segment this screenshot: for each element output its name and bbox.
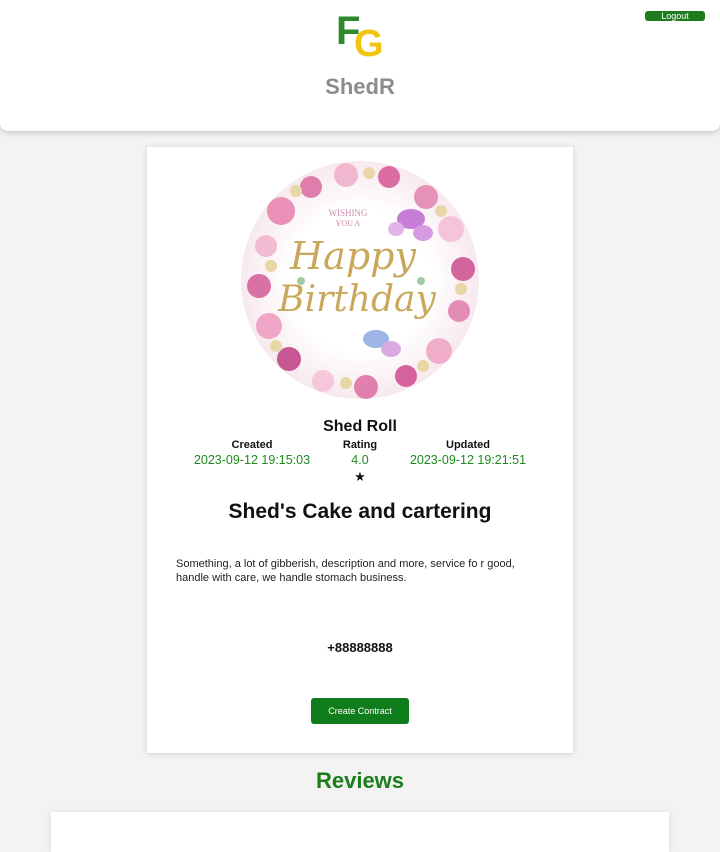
shop-profile-card: WISHING YOU A Happy Birthday Shed Roll C… — [147, 147, 573, 753]
updated-meta: Updated 2023-09-12 19:21:51 — [401, 438, 535, 468]
star-icon: ★ — [354, 469, 366, 484]
logout-button[interactable]: Logout — [645, 11, 705, 21]
top-header: F G ShedR Logout — [0, 0, 720, 131]
created-label: Created — [231, 439, 273, 451]
updated-value: 2023-09-12 19:21:51 — [409, 453, 527, 467]
rating-meta: Rating 4.0 — [330, 438, 390, 468]
rating-value: 4.0 — [351, 453, 369, 467]
shop-name: Shed Roll — [323, 418, 397, 435]
card-text-happy: Happy — [289, 234, 416, 278]
card-text-wishing: WISHING — [329, 208, 368, 218]
created-value: 2023-09-12 19:15:03 — [193, 453, 311, 467]
card-text-you-a: YOU A — [336, 219, 361, 228]
reviews-panel — [51, 812, 669, 852]
rating-label: Rating — [342, 439, 378, 451]
phone-number: +88888888 — [327, 640, 393, 655]
birthday-card-image: WISHING YOU A Happy Birthday — [241, 161, 479, 399]
app-title: ShedR — [325, 74, 395, 99]
create-contract-button[interactable]: Create Contract — [311, 698, 409, 724]
business-title: Shed's Cake and cartering — [228, 500, 492, 523]
card-text-birthday: Birthday — [277, 279, 436, 320]
updated-label: Updated — [446, 439, 490, 451]
created-meta: Created 2023-09-12 19:15:03 — [185, 438, 319, 468]
business-description: Something, a lot of gibberish, descripti… — [176, 558, 515, 584]
reviews-heading: Reviews — [315, 768, 405, 793]
logo-letter-g: G — [354, 23, 384, 58]
fg-logo: F G — [336, 9, 384, 58]
shop-avatar: WISHING YOU A Happy Birthday — [241, 161, 479, 399]
